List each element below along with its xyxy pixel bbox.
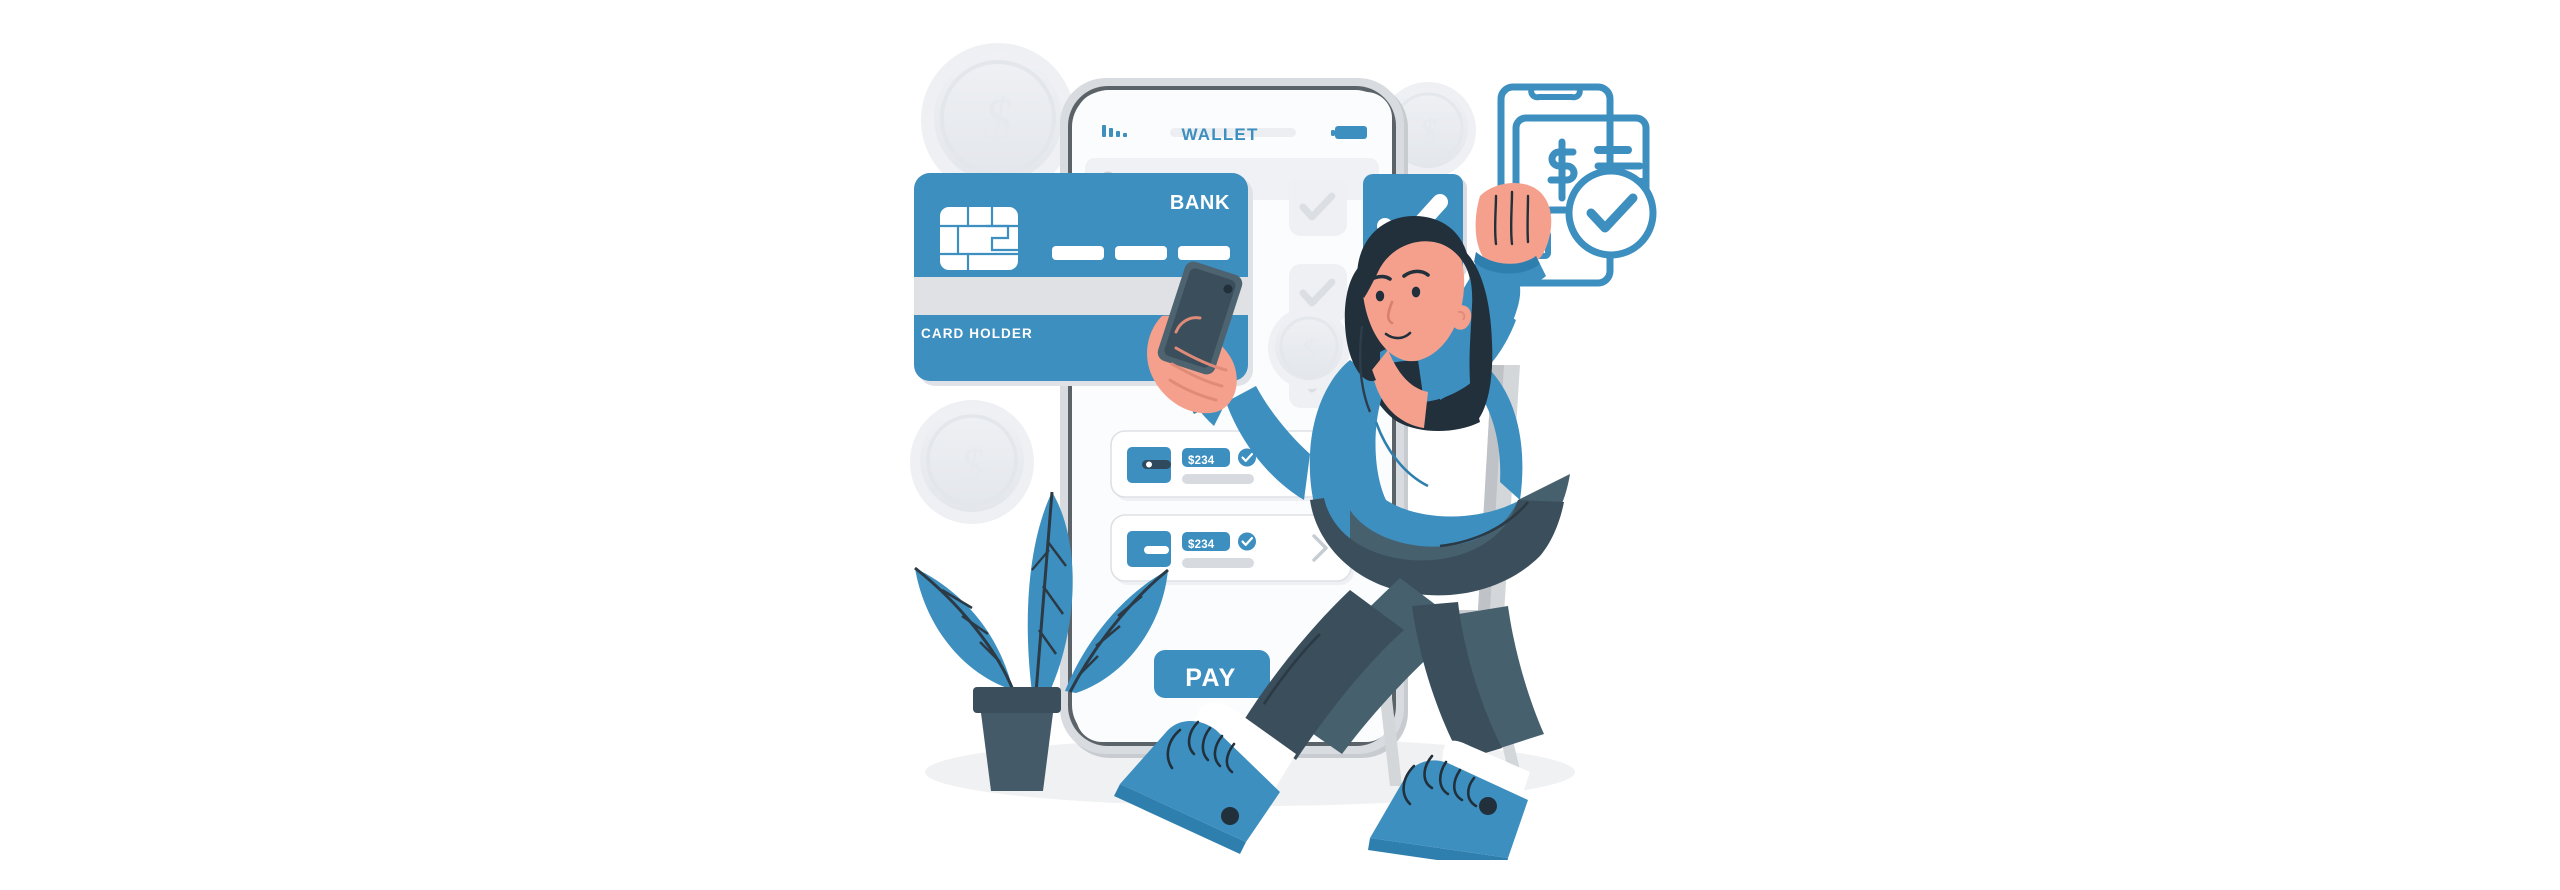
payment-illustration: $ $ $ $ WALLET BANK CARD HOLDER $234 $23… — [880, 30, 1680, 860]
svg-text:$: $ — [984, 86, 1013, 151]
detail-placeholder — [1182, 474, 1254, 484]
coin-mid-left: $ — [910, 400, 1034, 524]
transaction-amount-1: $234 — [1188, 455, 1215, 467]
card-number-group — [1178, 246, 1230, 260]
svg-text:$: $ — [960, 439, 984, 491]
card-number-group — [1052, 246, 1104, 260]
verified-check-icon — [1238, 532, 1256, 551]
wallet-title: WALLET — [1181, 125, 1259, 144]
detail-placeholder — [1182, 558, 1254, 568]
chip-icon — [940, 207, 1018, 270]
card-holder-label: CARD HOLDER — [921, 326, 1033, 341]
card-icon — [1127, 531, 1171, 567]
card-number-group — [1115, 246, 1167, 260]
wallet-icon — [1127, 447, 1171, 483]
svg-text:$: $ — [1419, 111, 1437, 151]
illustration-canvas: $ $ $ $ WALLET BANK CARD HOLDER $234 $23… — [0, 0, 2560, 890]
scene-svg: $ $ $ $ — [910, 43, 1657, 860]
svg-text:$: $ — [1301, 332, 1317, 367]
transaction-amount-2: $234 — [1188, 539, 1215, 551]
checklist-item-1[interactable] — [1289, 178, 1347, 236]
bank-brand-label: BANK — [1169, 192, 1230, 214]
pay-button-label[interactable]: PAY — [1156, 664, 1266, 693]
